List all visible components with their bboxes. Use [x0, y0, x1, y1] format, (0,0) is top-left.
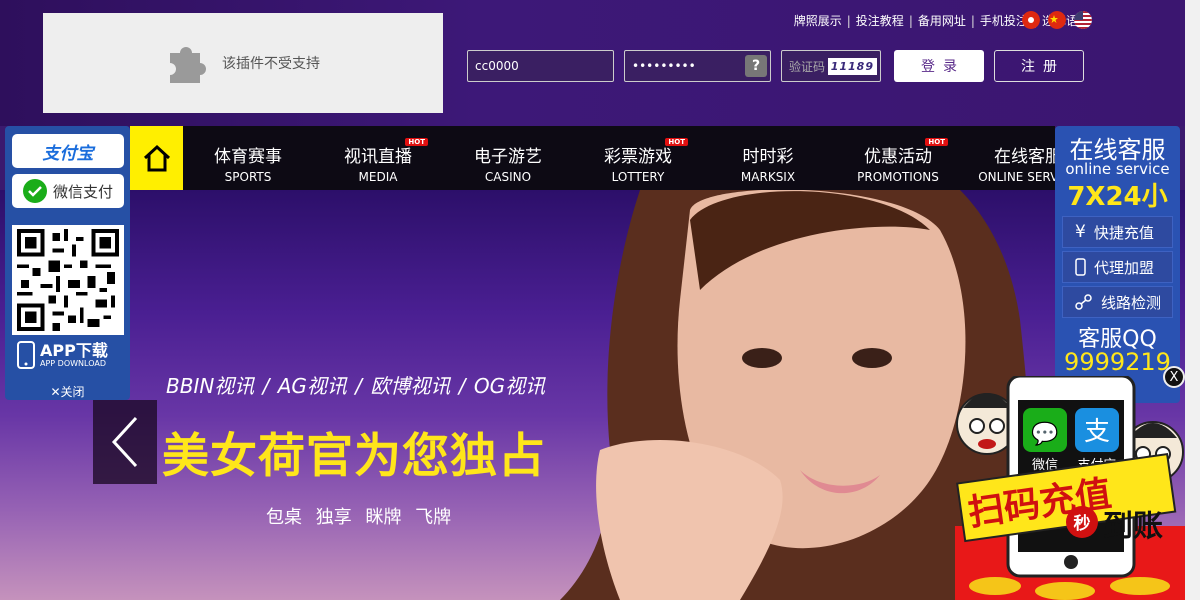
route-check-button[interactable]: 线路检测	[1062, 286, 1173, 318]
password-help-button[interactable]: ?	[745, 55, 767, 77]
ad-arrive: 到账	[1103, 509, 1163, 544]
password-input[interactable]: ••••••••• ?	[624, 50, 771, 82]
nav-promotions[interactable]: 优惠活动 PROMOTIONS HOT	[833, 126, 963, 190]
nav-lottery[interactable]: 彩票游戏 LOTTERY HOT	[573, 126, 703, 190]
agent-join-button[interactable]: 代理加盟	[1062, 251, 1173, 283]
agent-join-label: 代理加盟	[1094, 258, 1155, 277]
wechat-icon	[22, 179, 47, 203]
app-qr-code	[12, 225, 124, 335]
cn-flag-icon[interactable]	[1048, 11, 1066, 29]
scan-deposit-ad[interactable]: 💬 支 微信 支付宝 扫码充值 秒 到账	[955, 376, 1185, 600]
unsupported-plugin-placeholder: 该插件不受支持	[43, 13, 443, 113]
nav-sublabel: SPORTS	[224, 170, 272, 184]
close-left-panel-button[interactable]: ✕关闭	[5, 383, 130, 400]
qq-number[interactable]: 9999219	[1055, 348, 1180, 376]
ad-seconds: 秒	[1074, 513, 1091, 534]
username-input[interactable]: cc0000	[467, 50, 614, 82]
language-flags	[1022, 11, 1092, 29]
mobile-bet-link[interactable]: 手机投注	[980, 14, 1028, 28]
quick-deposit-button[interactable]: ¥ 快捷充值	[1062, 216, 1173, 248]
banner-headline: 美女荷官为您独占	[162, 429, 546, 484]
nav-sports[interactable]: 体育赛事 SPORTS	[183, 126, 313, 190]
payment-side-panel: 支付宝 微信支付 APP下载 APP DOWNLOAD ✕关闭	[5, 126, 130, 400]
puzzle-piece-icon	[170, 47, 206, 83]
close-label: 关闭	[60, 385, 85, 399]
home-icon	[143, 144, 170, 172]
main-nav: 体育赛事 SPORTS 视讯直播 MEDIA HOT 电子游艺 CASINO 彩票游戏 L…	[130, 126, 1078, 190]
close-icon: ✕	[50, 385, 61, 399]
plugin-message: 该插件不受支持	[222, 56, 320, 72]
nav-label: 电子游艺	[474, 147, 542, 167]
wechat-pay-label: 微信支付	[52, 182, 113, 201]
close-ad-button[interactable]: X	[1163, 366, 1185, 388]
link-separator: |	[846, 14, 851, 28]
banner-prev-button[interactable]	[93, 400, 157, 484]
alipay-glyph-icon: 支	[1084, 417, 1110, 447]
nav-sublabel: PROMOTIONS	[857, 170, 939, 184]
banner-provider-list: BBIN视讯 / AG视讯 / 欧博视讯 / OG视讯	[166, 374, 546, 398]
mobile-phone-icon	[17, 341, 35, 369]
nav-sublabel: CASINO	[484, 170, 532, 184]
route-icon	[1075, 294, 1092, 310]
us-flag-icon[interactable]	[1074, 11, 1092, 29]
nav-sublabel: MEDIA	[358, 170, 398, 184]
captcha-input[interactable]: 验证码 11189	[781, 50, 881, 82]
password-dots: •••••••••	[632, 59, 696, 73]
app-download[interactable]: APP下载 APP DOWNLOAD	[17, 341, 108, 369]
app-download-subtitle: APP DOWNLOAD	[40, 359, 106, 368]
nav-casino[interactable]: 电子游艺 CASINO	[443, 126, 573, 190]
nav-label: 体育赛事	[214, 147, 282, 167]
wechat-bubble-icon: 💬	[1031, 421, 1058, 447]
nav-marksix[interactable]: 时时彩 MARKSIX	[703, 126, 833, 190]
captcha-image[interactable]: 11189	[827, 57, 877, 75]
hot-badge: HOT	[405, 138, 428, 146]
customer-service-panel: 在线客服 online service 7X24小时 ¥ 快捷充值 代理加盟 线…	[1055, 126, 1180, 403]
hk-flag-icon[interactable]	[1022, 11, 1040, 29]
route-check-label: 线路检测	[1101, 293, 1162, 312]
login-button[interactable]: 登录	[894, 50, 984, 82]
login-form: cc0000 ••••••••• ? 验证码 11189 登录 注册	[467, 50, 1084, 82]
link-separator: |	[908, 14, 913, 28]
quick-deposit-label: 快捷充值	[1093, 223, 1154, 242]
alipay-button[interactable]: 支付宝	[12, 134, 124, 168]
captcha-placeholder: 验证码	[789, 59, 826, 74]
nav-media[interactable]: 视讯直播 MEDIA HOT	[313, 126, 443, 190]
phone-icon	[1075, 258, 1086, 276]
register-button[interactable]: 注册	[994, 50, 1084, 82]
yen-icon: ¥	[1075, 222, 1086, 242]
nav-sublabel: MARKSIX	[740, 170, 796, 184]
home-button[interactable]	[130, 126, 183, 190]
app-download-title: APP下载	[40, 341, 108, 360]
nav-sublabel: LOTTERY	[611, 170, 665, 184]
license-link[interactable]: 牌照展示	[794, 14, 842, 28]
nav-label: 时时彩	[742, 147, 794, 167]
link-separator: |	[970, 14, 975, 28]
qr-code-icon	[17, 229, 119, 331]
hot-badge: HOT	[665, 138, 688, 146]
wechat-pay-button[interactable]: 微信支付	[12, 174, 124, 208]
banner-features: 包桌 独享 眯牌 飞牌	[266, 507, 452, 528]
top-bar: 该插件不受支持 牌照展示|投注教程|备用网址|手机投注|选择语系 cc0000 …	[0, 0, 1200, 126]
chevron-left-icon	[111, 416, 138, 468]
page-scrollbar[interactable]	[1185, 0, 1200, 600]
hot-badge: HOT	[925, 138, 948, 146]
tutorial-link[interactable]: 投注教程	[856, 14, 904, 28]
backup-url-link[interactable]: 备用网址	[918, 14, 966, 28]
